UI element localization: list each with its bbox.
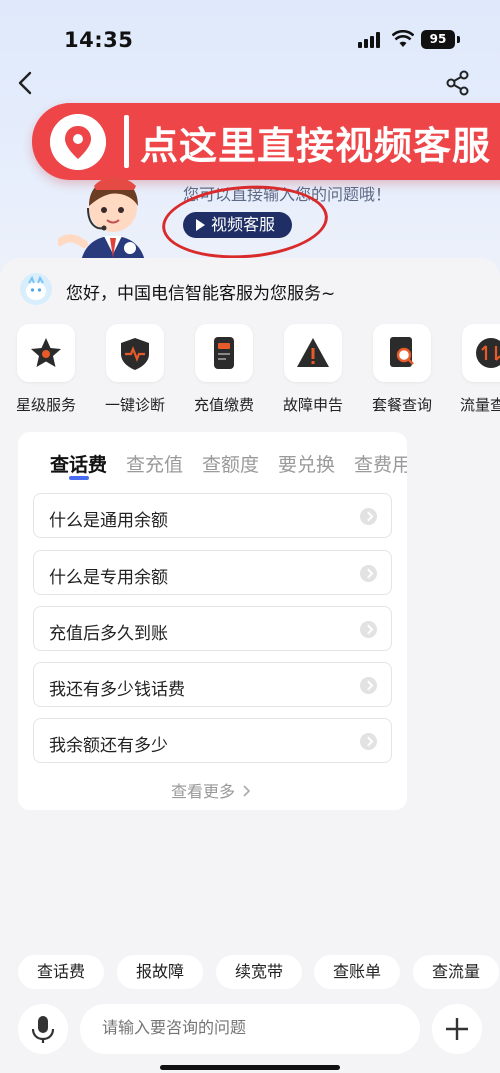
- see-more-label: 查看更多: [171, 782, 236, 801]
- warning-icon: [284, 324, 342, 382]
- microphone-icon[interactable]: [18, 1004, 68, 1054]
- service-label: 套餐查询: [371, 396, 432, 414]
- star-service-icon: [17, 324, 75, 382]
- faq-question: 充值后多久到账: [49, 624, 168, 644]
- faq-question: 什么是专用余额: [49, 568, 168, 588]
- phone-recharge-icon: [195, 324, 253, 382]
- service-data[interactable]: 流量查: [448, 322, 500, 422]
- greeting-text: 您好，中国电信智能客服为您服务~: [66, 284, 336, 304]
- service-recharge[interactable]: 充值缴费: [181, 322, 267, 422]
- faq-item[interactable]: 我余额还有多少: [33, 718, 392, 763]
- status-bar: 14:35 95: [0, 0, 500, 80]
- faq-item[interactable]: 充值后多久到账: [33, 606, 392, 651]
- tab-redeem[interactable]: 要兑换: [278, 450, 335, 477]
- battery-tip: [457, 36, 460, 43]
- service-label: 故障申告: [282, 396, 343, 414]
- chip-broadband[interactable]: 续宽带: [216, 955, 302, 989]
- chip-data[interactable]: 查流量: [413, 955, 499, 989]
- service-shortcuts: 星级服务 一键诊断 充值缴费 故障申告 套餐查询 流量查: [0, 322, 500, 422]
- chip-fault[interactable]: 报故障: [117, 955, 203, 989]
- service-label: 充值缴费: [193, 396, 254, 414]
- chip-bill[interactable]: 查话费: [18, 955, 104, 989]
- data-flow-icon: [462, 324, 500, 382]
- see-more-link[interactable]: 查看更多: [171, 778, 252, 802]
- faq-item[interactable]: 什么是通用余额: [33, 493, 392, 538]
- assistant-avatar: [20, 273, 52, 305]
- faq-question: 我还有多少钱话费: [49, 680, 185, 700]
- banner-text: 点这里直接视频客服: [140, 124, 492, 168]
- video-service-banner[interactable]: 点这里直接视频客服: [32, 103, 500, 180]
- service-label: 一键诊断: [104, 396, 165, 414]
- chevron-right-icon: [360, 677, 377, 694]
- service-label: 流量查: [460, 396, 500, 414]
- tab-quota[interactable]: 查额度: [202, 450, 259, 477]
- input-bar: [0, 1002, 500, 1058]
- service-label: 星级服务: [15, 396, 76, 414]
- faq-item[interactable]: 什么是专用余额: [33, 550, 392, 595]
- mascot-agent-icon: [58, 177, 146, 272]
- plan-search-icon: [373, 324, 431, 382]
- back-icon[interactable]: [12, 68, 40, 98]
- active-tab-indicator: [69, 476, 89, 480]
- chevron-right-icon: [243, 785, 251, 797]
- service-diagnosis[interactable]: 一键诊断: [92, 322, 178, 422]
- share-icon[interactable]: [444, 68, 472, 98]
- quick-chips: 查话费 报故障 续宽带 查账单 查流量: [0, 955, 500, 989]
- service-star[interactable]: 星级服务: [3, 322, 89, 422]
- chevron-right-icon: [360, 508, 377, 525]
- shield-diagnosis-icon: [106, 324, 164, 382]
- chevron-right-icon: [360, 565, 377, 582]
- faq-card: 查话费 查充值 查额度 要兑换 查费用 什么是通用余额 什么是专用余额 充值后多…: [18, 432, 407, 810]
- service-fault[interactable]: 故障申告: [270, 322, 356, 422]
- plus-icon[interactable]: [432, 1004, 482, 1054]
- home-indicator: [160, 1065, 340, 1070]
- tab-bill[interactable]: 查话费: [50, 450, 107, 477]
- battery-indicator: 95: [421, 30, 455, 49]
- chevron-right-icon: [360, 621, 377, 638]
- tab-recharge[interactable]: 查充值: [126, 450, 183, 477]
- banner-divider: [124, 115, 129, 168]
- cellular-signal-icon: [358, 32, 382, 48]
- tab-fees[interactable]: 查费用: [354, 450, 407, 477]
- status-time: 14:35: [64, 28, 134, 52]
- question-input[interactable]: [80, 1004, 420, 1054]
- service-plan[interactable]: 套餐查询: [359, 322, 445, 422]
- chevron-right-icon: [360, 733, 377, 750]
- chip-statement[interactable]: 查账单: [314, 955, 400, 989]
- wifi-icon: [392, 30, 414, 47]
- faq-question: 什么是通用余额: [49, 511, 168, 531]
- faq-item[interactable]: 我还有多少钱话费: [33, 662, 392, 707]
- location-pin-icon: [50, 114, 106, 170]
- faq-question: 我余额还有多少: [49, 736, 168, 756]
